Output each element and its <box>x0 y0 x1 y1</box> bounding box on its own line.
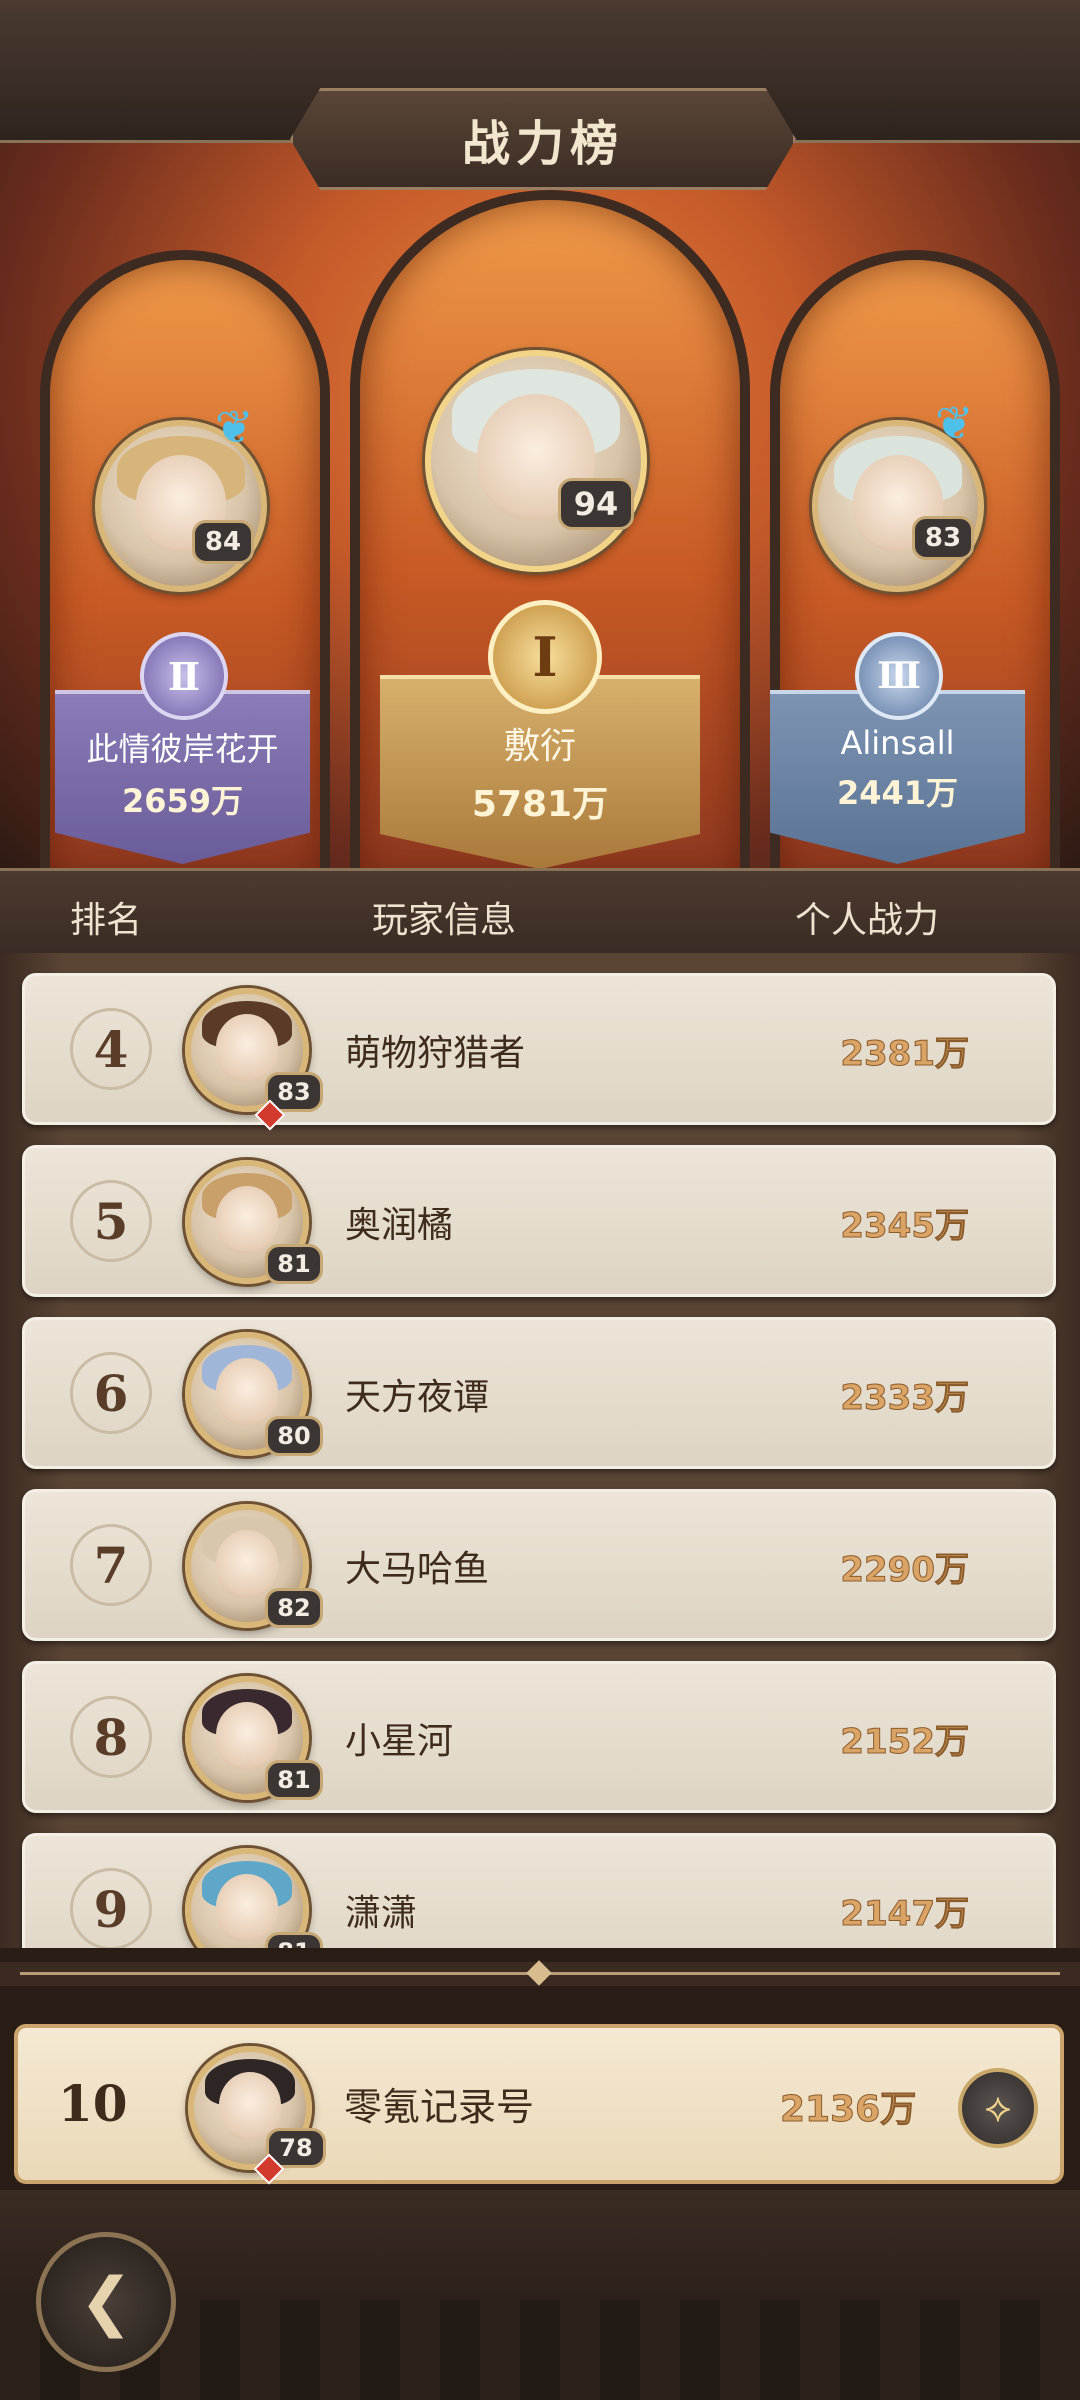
list-divider <box>0 1960 1080 1986</box>
player-level: 81 <box>265 1244 323 1284</box>
player-name: 萌物狩猎者 <box>345 1033 526 1074</box>
my-player-name: 零氪记录号 <box>344 2085 535 2129</box>
player-name: 小星河 <box>345 1721 454 1762</box>
player-power: 2345万 <box>840 1206 970 1247</box>
player-power: 2290万 <box>840 1550 970 1591</box>
butterfly-icon: ❦ <box>935 396 974 450</box>
page-title: 战力榜 <box>461 116 624 172</box>
butterfly-icon: ❦ <box>215 400 254 454</box>
rank-medal-2: Ⅱ <box>140 632 228 720</box>
podium-level-2: 84 <box>192 520 254 564</box>
player-power: 2152万 <box>840 1722 970 1763</box>
podium-power-3: 2441万 <box>836 774 959 812</box>
rank-number: 4 <box>70 1008 152 1090</box>
player-power: 2147万 <box>840 1894 970 1935</box>
player-level: 82 <box>265 1588 323 1628</box>
ranking-list[interactable]: 4 83 萌物狩猎者 2381万 5 81 奥润橘 2345万 6 80 天方夜… <box>0 953 1080 1948</box>
podium-avatar-1[interactable] <box>425 350 647 572</box>
player-name: 奥润橘 <box>345 1205 454 1246</box>
table-row[interactable]: 7 82 大马哈鱼 2290万 <box>22 1489 1056 1641</box>
rank-number: 7 <box>70 1524 152 1606</box>
column-header-rank: 排名 <box>70 900 143 941</box>
podium-level-1: 94 <box>558 478 634 530</box>
rank-number: 8 <box>70 1696 152 1778</box>
table-row[interactable]: 6 80 天方夜谭 2333万 <box>22 1317 1056 1469</box>
rank-medal-1: Ⅰ <box>488 600 602 714</box>
podium-level-3: 83 <box>912 516 974 560</box>
back-arrow-icon: ❮ <box>79 2265 133 2339</box>
table-header: 排名 玩家信息 个人战力 <box>0 868 1080 956</box>
my-rank-row[interactable]: 10 78 零氪记录号 2136万 ⟡ <box>14 2024 1064 2185</box>
podium-power-2: 2659万 <box>121 782 244 820</box>
rank-number: 6 <box>70 1352 152 1434</box>
player-name: 潇潇 <box>345 1893 418 1934</box>
player-power: 2333万 <box>840 1378 970 1419</box>
player-level: 81 <box>265 1760 323 1800</box>
player-level: 80 <box>265 1416 323 1456</box>
podium-name-1: 敷衍 <box>503 726 576 767</box>
player-name: 天方夜谭 <box>345 1377 490 1418</box>
table-row[interactable]: 9 81 潇潇 2147万 <box>22 1833 1056 1948</box>
column-header-player-info: 玩家信息 <box>372 900 517 941</box>
podium-power-1: 5781万 <box>471 784 609 825</box>
podium-name-3: Alinsall <box>840 724 955 762</box>
player-power: 2381万 <box>840 1034 970 1075</box>
title-plate: 战力榜 <box>290 88 796 190</box>
player-name: 大马哈鱼 <box>345 1549 490 1590</box>
share-button[interactable]: ⟡ <box>958 2068 1038 2148</box>
rank-number: 5 <box>70 1180 152 1262</box>
column-header-power: 个人战力 <box>795 900 940 941</box>
table-row[interactable]: 4 83 萌物狩猎者 2381万 <box>22 973 1056 1131</box>
player-level: 81 <box>265 1932 323 1948</box>
my-power: 2136万 <box>779 2089 917 2131</box>
rank-number: 9 <box>70 1868 152 1948</box>
podium-name-2: 此情彼岸花开 <box>86 730 279 768</box>
table-row[interactable]: 8 81 小星河 2152万 <box>22 1661 1056 1813</box>
share-icon: ⟡ <box>984 2085 1012 2131</box>
my-rank-number: 10 <box>58 2074 128 2133</box>
rank-medal-3: Ⅲ <box>855 632 943 720</box>
table-row[interactable]: 5 81 奥润橘 2345万 <box>22 1145 1056 1297</box>
back-button[interactable]: ❮ <box>36 2232 176 2372</box>
